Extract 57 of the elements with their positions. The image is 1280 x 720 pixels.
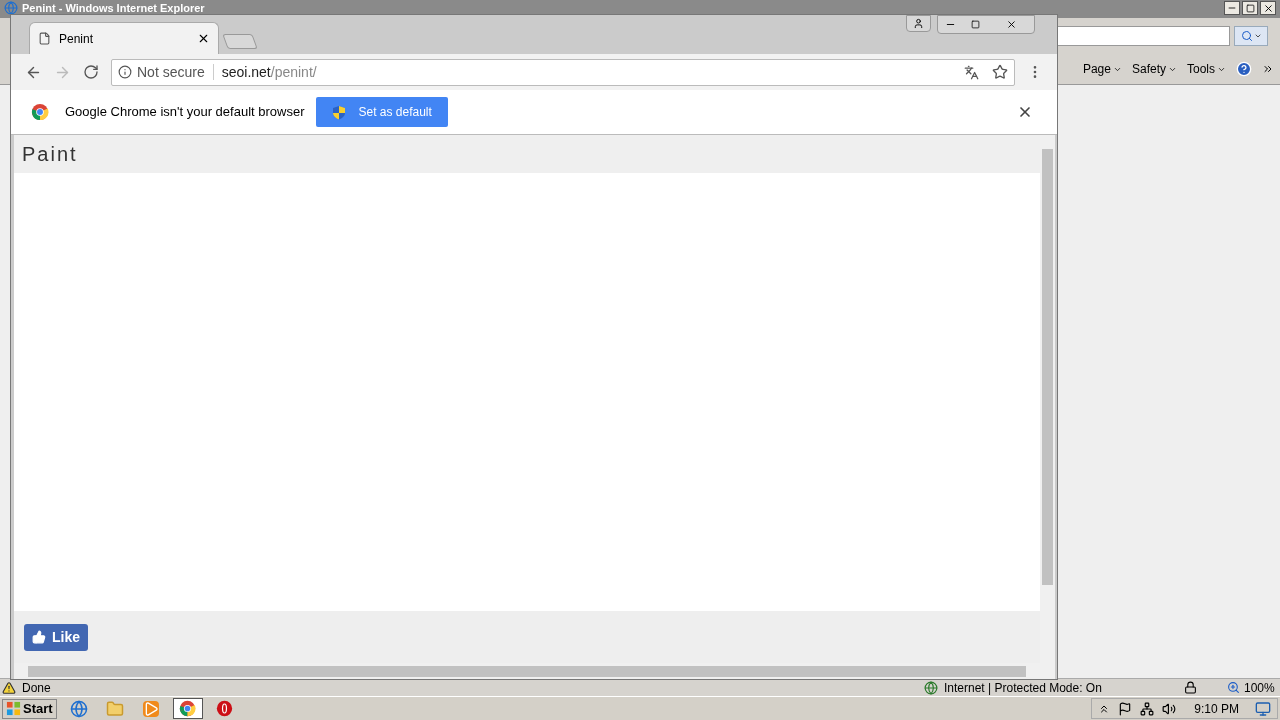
network-icon[interactable] xyxy=(1140,701,1155,716)
infobar-message: Google Chrome isn't your default browser xyxy=(65,103,305,122)
window-title: Penint - Windows Internet Explorer xyxy=(22,2,205,14)
close-icon xyxy=(1005,19,1017,30)
more-icon[interactable] xyxy=(1262,63,1274,75)
lock-icon[interactable] xyxy=(1184,681,1197,694)
url-text: seoi.net/penint/ xyxy=(221,62,318,82)
search-icon xyxy=(1240,30,1253,42)
person-icon xyxy=(913,18,924,29)
restore-icon xyxy=(1245,3,1255,13)
chrome-logo-icon xyxy=(179,700,197,717)
zoom-level[interactable]: 100% xyxy=(1244,678,1275,697)
chrome-logo-icon xyxy=(31,103,49,121)
translate-icon[interactable] xyxy=(964,64,979,80)
globe-icon xyxy=(4,1,18,15)
flag-icon[interactable] xyxy=(1118,701,1133,716)
maximize-icon xyxy=(971,20,980,29)
help-icon[interactable] xyxy=(1236,61,1252,77)
reload-icon[interactable] xyxy=(83,64,99,80)
globe-icon xyxy=(69,699,88,718)
security-label[interactable]: Not secure xyxy=(137,61,205,83)
shield-icon xyxy=(332,104,347,120)
page-heading: Paint xyxy=(22,142,78,167)
zone-text: Internet | Protected Mode: On xyxy=(944,679,1103,697)
restore-button[interactable] xyxy=(1242,1,1258,15)
warning-icon xyxy=(2,680,16,695)
close-icon[interactable] xyxy=(1017,104,1033,120)
profile-button[interactable] xyxy=(906,15,931,32)
info-icon xyxy=(118,65,132,79)
star-icon[interactable] xyxy=(992,64,1008,80)
menu-button[interactable]: Page xyxy=(1082,60,1122,78)
menu-button[interactable]: Tools xyxy=(1187,60,1226,78)
set-default-button[interactable]: Set as default xyxy=(316,97,448,127)
tab-title: Penint xyxy=(59,30,95,48)
thumbs-up-icon xyxy=(32,630,46,644)
caret-icon xyxy=(1253,32,1262,40)
like-button[interactable]: Like xyxy=(24,623,88,651)
page-icon xyxy=(38,32,51,45)
minimize-button[interactable] xyxy=(1224,1,1240,15)
speaker-icon[interactable] xyxy=(1162,701,1177,716)
zoom-icon xyxy=(1227,681,1240,694)
start-button[interactable]: Start xyxy=(2,698,57,719)
globe-icon xyxy=(924,680,938,695)
folder-icon xyxy=(105,699,124,718)
close-button[interactable] xyxy=(1260,1,1276,15)
ring-logo-icon xyxy=(216,700,234,717)
play-icon xyxy=(142,700,159,717)
close-icon xyxy=(1262,2,1274,14)
status-text: Done xyxy=(22,679,52,697)
search-button[interactable] xyxy=(1234,26,1268,46)
windows-logo-icon xyxy=(6,701,21,716)
address-bar[interactable]: Not secure seoi.net/penint/ xyxy=(111,58,1015,86)
menu-button[interactable]: Safety xyxy=(1131,60,1177,78)
desktop-icon[interactable] xyxy=(1255,700,1271,717)
close-icon[interactable] xyxy=(197,32,210,45)
browser-tab[interactable]: Penint xyxy=(29,22,219,54)
taskbar-button[interactable] xyxy=(172,698,203,719)
